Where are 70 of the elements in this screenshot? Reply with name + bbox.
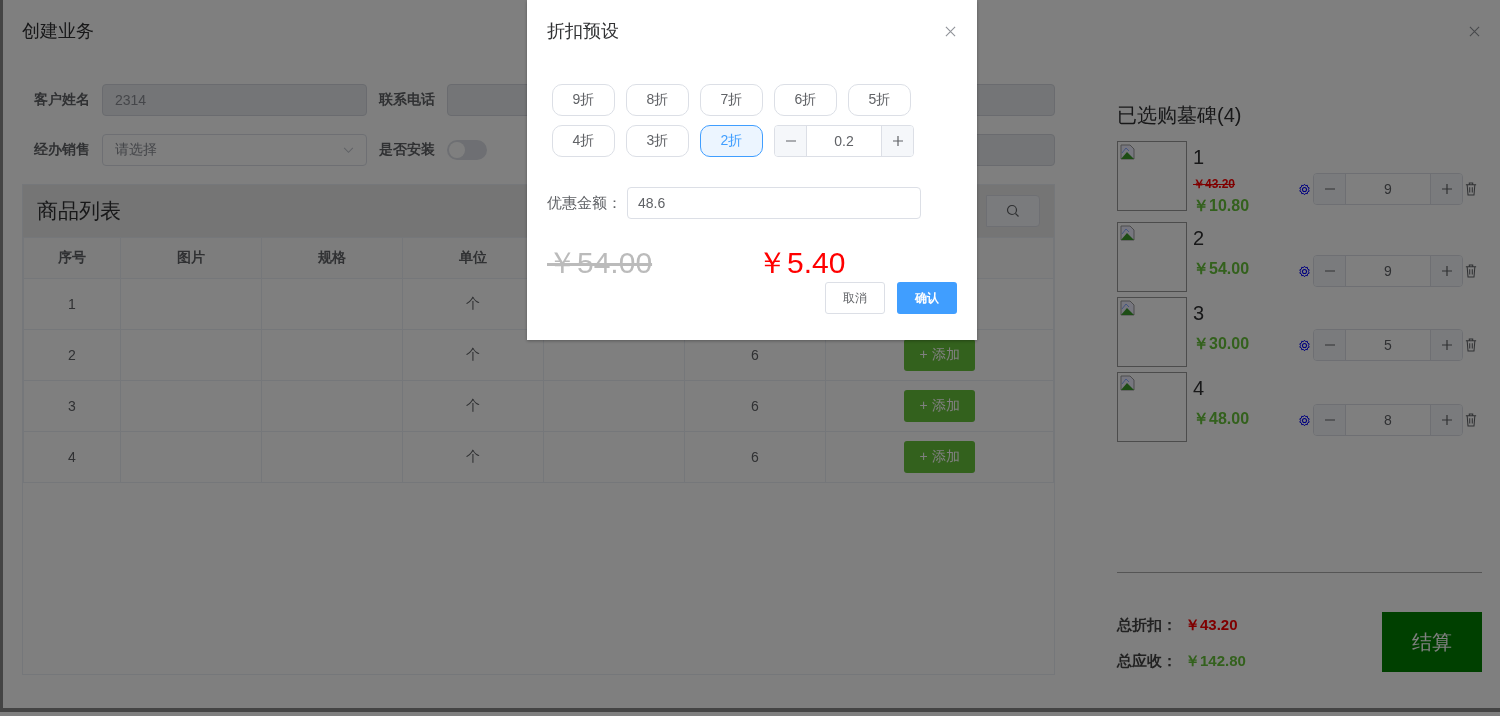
table-cell: 个 <box>466 295 480 311</box>
table-cell: 个 <box>466 397 480 413</box>
add-button[interactable]: + 添加 <box>904 441 975 473</box>
item-price: ￥10.80 <box>1193 196 1251 216</box>
gear-icon[interactable] <box>1298 182 1311 196</box>
search-button[interactable] <box>986 195 1040 227</box>
field-label: 经办销售 <box>34 141 91 159</box>
broken-image-icon <box>1120 144 1136 160</box>
total-value: ￥43.20 <box>1185 616 1238 635</box>
table-cell: 个 <box>466 346 480 362</box>
field-label: 优惠金额： <box>547 193 623 213</box>
search-icon <box>1006 204 1020 218</box>
table-cell: 4 <box>68 449 76 465</box>
item-price: ￥54.00 <box>1193 259 1251 279</box>
discount-option[interactable]: 9折 <box>552 84 615 116</box>
broken-image-icon <box>1120 300 1136 316</box>
original-price: ￥54.00 <box>547 245 654 281</box>
trash-icon[interactable] <box>1465 413 1477 427</box>
trash-icon[interactable] <box>1465 264 1477 278</box>
trash-icon[interactable] <box>1465 338 1477 352</box>
discount-option[interactable]: 6折 <box>774 84 837 116</box>
discount-option[interactable]: 3折 <box>626 125 689 157</box>
table-title: 商品列表 <box>37 198 121 224</box>
item-name: 3 <box>1193 301 1206 326</box>
discount-option[interactable]: 5折 <box>848 84 911 116</box>
gear-icon[interactable] <box>1298 264 1311 278</box>
column-header: 图片 <box>120 237 262 279</box>
discount-option[interactable]: 7折 <box>700 84 763 116</box>
close-icon[interactable] <box>1469 25 1480 37</box>
table-cell: 2 <box>68 347 76 363</box>
chevron-down-icon <box>343 146 354 154</box>
original-price: ￥43.20 <box>1193 178 1237 190</box>
broken-image-icon <box>1120 375 1136 391</box>
total-label: 总应收： <box>1117 652 1177 671</box>
add-button[interactable]: + 添加 <box>904 390 975 422</box>
table-cell: 6 <box>751 449 759 465</box>
item-price: ￥48.00 <box>1193 409 1251 429</box>
table-cell: 个 <box>466 448 480 464</box>
trash-icon[interactable] <box>1465 182 1477 196</box>
dialog-title: 折扣预设 <box>547 20 619 43</box>
table-cell: 6 <box>751 347 759 363</box>
add-button[interactable]: + 添加 <box>904 339 975 371</box>
gear-icon[interactable] <box>1298 338 1311 352</box>
item-price: ￥30.00 <box>1193 334 1251 354</box>
total-label: 总折扣： <box>1117 616 1177 635</box>
column-header: 规格 <box>261 237 403 279</box>
table-cell: 3 <box>68 398 76 414</box>
checkout-button[interactable]: 结算 <box>1382 612 1482 672</box>
item-name: 2 <box>1193 226 1206 251</box>
gear-icon[interactable] <box>1298 413 1311 427</box>
drawer-title: 创建业务 <box>22 20 94 43</box>
field-label: 客户姓名 <box>34 91 91 109</box>
close-icon[interactable] <box>945 25 956 37</box>
final-price: ￥5.40 <box>757 245 846 281</box>
confirm-button[interactable]: 确认 <box>897 282 957 314</box>
column-header: 序号 <box>23 237 121 279</box>
field-label: 是否安装 <box>379 141 436 159</box>
total-value: ￥142.80 <box>1185 652 1246 671</box>
discount-option[interactable]: 4折 <box>552 125 615 157</box>
cancel-button[interactable]: 取消 <box>825 282 885 314</box>
discount-option[interactable]: 2折 <box>700 125 763 157</box>
table-cell: 1 <box>68 296 76 312</box>
item-name: 4 <box>1193 376 1206 401</box>
table-cell: 6 <box>751 398 759 414</box>
amount-field[interactable]: 48.6 <box>627 187 921 219</box>
discount-option[interactable]: 8折 <box>626 84 689 116</box>
cart-title: 已选购墓碑(4) <box>1117 103 1243 128</box>
item-name: 1 <box>1193 145 1206 170</box>
field-label: 联系电话 <box>379 91 436 109</box>
broken-image-icon <box>1120 225 1136 241</box>
